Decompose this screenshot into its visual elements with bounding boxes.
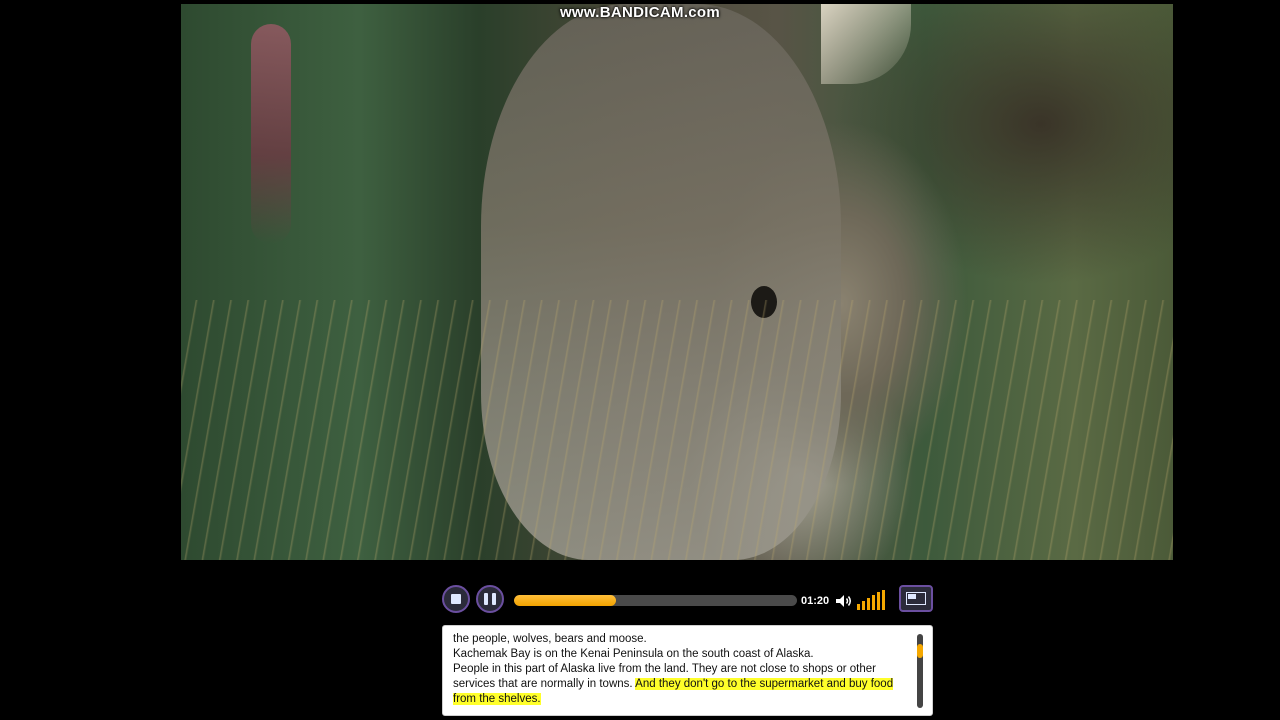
volume-bar bbox=[877, 592, 880, 610]
grass-overlay bbox=[181, 300, 1173, 560]
pause-button[interactable] bbox=[476, 585, 504, 613]
volume-bar bbox=[882, 590, 885, 610]
screen-mode-button[interactable] bbox=[899, 585, 933, 612]
progress-fill bbox=[514, 595, 616, 606]
screen-mode-icon bbox=[906, 592, 926, 605]
transcript-panel: the people, wolves, bears and moose. Kac… bbox=[442, 625, 933, 716]
stop-button[interactable] bbox=[442, 585, 470, 613]
fireweed-plant bbox=[251, 24, 291, 244]
scroll-thumb[interactable] bbox=[917, 644, 923, 658]
pause-icon bbox=[484, 593, 496, 605]
transcript-line: Kachemak Bay is on the Kenai Peninsula o… bbox=[453, 648, 814, 660]
player-controls: 01:20 bbox=[441, 584, 935, 614]
volume-level[interactable] bbox=[857, 590, 891, 610]
volume-bar bbox=[857, 604, 860, 610]
transcript-scrollbar[interactable] bbox=[917, 634, 923, 708]
video-frame[interactable] bbox=[181, 4, 1173, 560]
volume-bar bbox=[862, 601, 865, 610]
transcript-text: the people, wolves, bears and moose. Kac… bbox=[453, 632, 905, 707]
stop-icon bbox=[451, 594, 461, 604]
progress-bar[interactable] bbox=[514, 595, 797, 606]
transcript-line: the people, wolves, bears and moose. bbox=[453, 633, 647, 645]
speaker-icon[interactable] bbox=[835, 594, 853, 608]
recording-watermark: www.BANDICAM.com bbox=[559, 4, 721, 21]
volume-bar bbox=[867, 598, 870, 610]
elapsed-time: 01:20 bbox=[801, 595, 830, 607]
volume-bar bbox=[872, 595, 875, 610]
transcript-line: People in this part of Alaska live from … bbox=[453, 662, 905, 707]
